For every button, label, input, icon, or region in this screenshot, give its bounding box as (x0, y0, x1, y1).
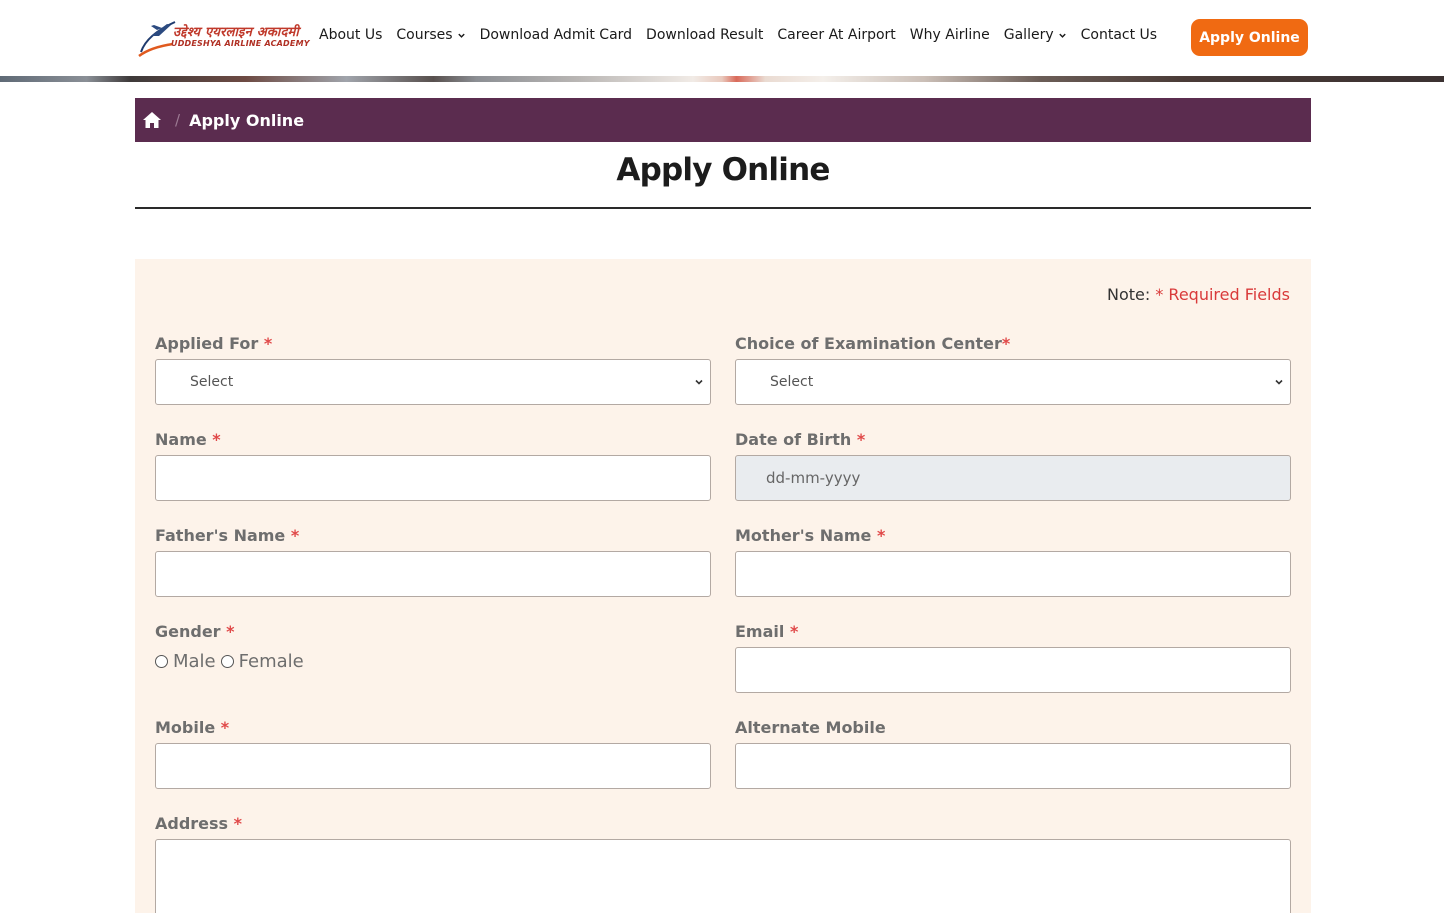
nav-download-admit-card-label: Download Admit Card (479, 27, 633, 43)
note-required-text: * Required Fields (1155, 285, 1290, 304)
email-label: Email * (735, 622, 798, 641)
mother-name-label: Mother's Name * (735, 526, 885, 545)
chevron-down-icon (1275, 379, 1283, 385)
nav-contact-us-label: Contact Us (1080, 27, 1158, 43)
academy-logo[interactable]: उद्देश्य एयरलाइन अकादमी UDDESHYA AIRLINE… (137, 16, 310, 60)
address-textarea[interactable] (155, 839, 1291, 913)
email-label-text: Email (735, 622, 785, 641)
site-header: उद्देश्य एयरलाइन अकादमी UDDESHYA AIRLINE… (0, 0, 1444, 76)
breadcrumb-separator: / (175, 111, 181, 129)
title-divider (135, 207, 1311, 209)
name-label-text: Name (155, 430, 207, 449)
required-star: * (290, 526, 300, 545)
address-label-text: Address (155, 814, 229, 833)
required-star: * (233, 814, 243, 833)
nav-download-result[interactable]: Download Result (646, 27, 763, 43)
nav-courses-label: Courses (396, 27, 453, 43)
chevron-down-icon (1058, 33, 1066, 38)
gender-male-radio[interactable] (155, 655, 168, 668)
father-name-label: Father's Name * (155, 526, 299, 545)
dob-placeholder: dd-mm-yyyy (766, 469, 861, 487)
chevron-down-icon (457, 33, 465, 38)
application-form: Note: * Required Fields Applied For * Se… (135, 259, 1311, 913)
breadcrumb-current: Apply Online (189, 110, 305, 130)
note-prefix: Note: (1106, 285, 1151, 304)
father-name-label-text: Father's Name (155, 526, 286, 545)
email-input[interactable] (735, 647, 1291, 693)
required-star: * (789, 622, 799, 641)
chevron-down-icon (695, 379, 703, 385)
required-star: * (263, 334, 273, 353)
gender-female-radio[interactable] (220, 655, 234, 668)
nav-download-admit-card[interactable]: Download Admit Card (480, 27, 632, 43)
required-star: * (1001, 334, 1011, 353)
required-star: * (226, 622, 235, 641)
nav-career-at-airport[interactable]: Career At Airport (777, 27, 895, 43)
nav-contact-us[interactable]: Contact Us (1081, 27, 1157, 43)
mobile-input[interactable] (155, 743, 711, 789)
mother-name-input[interactable] (735, 551, 1291, 597)
name-input[interactable] (155, 455, 711, 501)
apply-online-button[interactable]: Apply Online (1191, 19, 1308, 56)
airplane-logo-icon (138, 21, 176, 58)
page-title: Apply Online (616, 152, 830, 188)
nav-why-airline-label: Why Airline (909, 27, 990, 43)
required-star: * (220, 718, 230, 737)
nav-about-us-label: About Us (319, 27, 383, 43)
address-label: Address * (155, 814, 242, 833)
alternate-mobile-label: Alternate Mobile (735, 718, 886, 737)
father-name-input[interactable] (155, 551, 711, 597)
applied-for-select[interactable]: Select (155, 359, 711, 405)
required-star: * (876, 526, 886, 545)
nav-gallery-label: Gallery (1003, 27, 1054, 43)
hero-banner-strip (0, 76, 1444, 82)
home-icon[interactable] (142, 110, 162, 130)
mother-name-label-text: Mother's Name (735, 526, 872, 545)
gender-male-label[interactable]: Male (173, 651, 216, 672)
main-nav: About Us Courses Download Admit Card Dow… (319, 24, 1171, 46)
applied-for-value: Select (190, 374, 234, 390)
exam-center-label: Choice of Examination Center* (735, 334, 1010, 353)
required-fields-note: Note: * Required Fields (1107, 285, 1290, 304)
nav-why-airline[interactable]: Why Airline (910, 27, 990, 43)
applied-for-label-text: Applied For (155, 334, 259, 353)
required-star: * (856, 430, 866, 449)
logo-hindi-text: उद्देश्य एयरलाइन अकादमी (173, 25, 299, 40)
exam-center-label-text: Choice of Examination Center (735, 334, 1002, 353)
name-label: Name * (155, 430, 221, 449)
gender-female-label[interactable]: Female (239, 651, 304, 672)
nav-download-result-label: Download Result (646, 27, 764, 43)
gender-label: Gender * (155, 622, 235, 641)
dob-label-text: Date of Birth (735, 430, 852, 449)
mobile-label: Mobile * (155, 718, 229, 737)
gender-radio-group: Male Female (155, 651, 309, 672)
nav-career-at-airport-label: Career At Airport (777, 27, 896, 43)
alternate-mobile-input[interactable] (735, 743, 1291, 789)
logo-english-text: UDDESHYA AIRLINE ACADEMY (171, 39, 310, 48)
nav-gallery[interactable]: Gallery (1004, 27, 1067, 43)
dob-label: Date of Birth * (735, 430, 865, 449)
gender-label-text: Gender (155, 622, 221, 641)
alternate-mobile-label-text: Alternate Mobile (735, 718, 886, 737)
exam-center-select[interactable]: Select (735, 359, 1291, 405)
nav-about-us[interactable]: About Us (319, 27, 382, 43)
applied-for-label: Applied For * (155, 334, 272, 353)
nav-courses[interactable]: Courses (396, 27, 465, 43)
breadcrumb: / Apply Online (135, 98, 1311, 142)
mobile-label-text: Mobile (155, 718, 216, 737)
required-star: * (212, 430, 221, 449)
dob-input[interactable]: dd-mm-yyyy (735, 455, 1291, 501)
exam-center-value: Select (770, 374, 814, 390)
